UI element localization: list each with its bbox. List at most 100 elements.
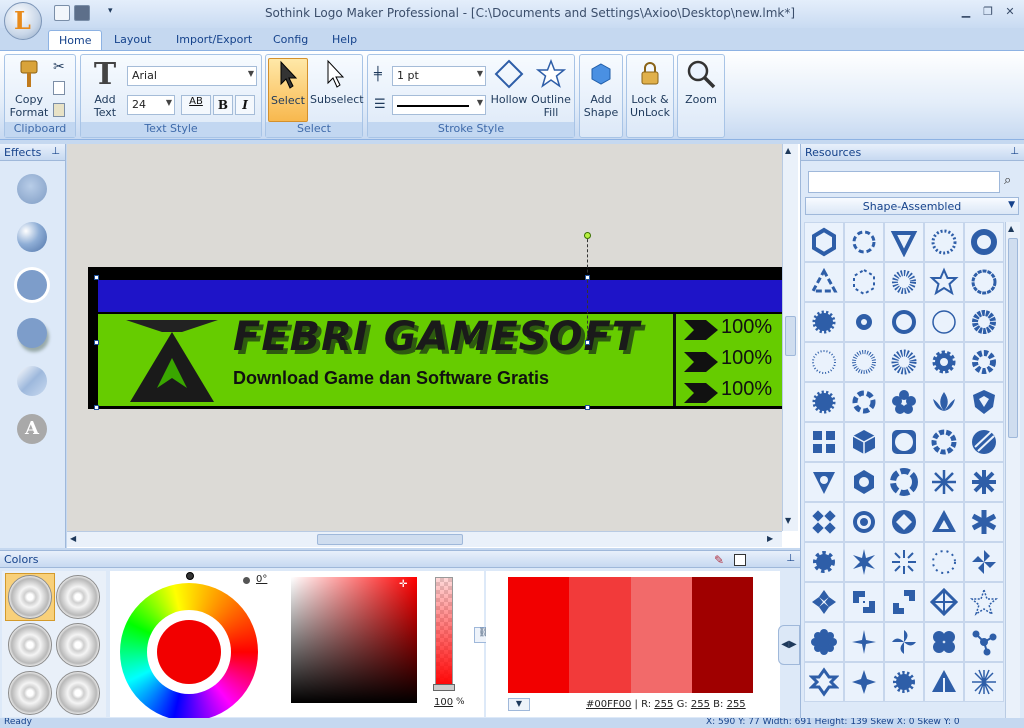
resources-scroll-thumb[interactable] [1008,238,1018,438]
shape-item[interactable] [924,582,964,622]
italic-button[interactable]: I [235,95,255,115]
lotus-icon[interactable] [924,382,964,422]
star-icon[interactable] [844,542,884,582]
pin-icon[interactable]: ⊥ [51,146,60,157]
search-icon[interactable]: ⌕ [1004,173,1011,188]
gear-icon[interactable] [924,342,964,382]
tab-layout[interactable]: Layout [104,30,161,50]
shape-item[interactable] [964,302,1004,342]
color-scheme-4[interactable] [56,623,100,667]
eyedropper-icon[interactable]: ✎ [714,553,724,567]
flower-icon[interactable] [804,622,844,662]
paste-icon[interactable] [53,103,65,117]
gear-icon[interactable] [804,542,844,582]
shape-item[interactable] [884,422,924,462]
shape-item[interactable] [924,422,964,462]
vertical-scrollbar[interactable]: ▲ ▼ [782,144,798,531]
select-button[interactable]: Select [268,58,308,122]
pin-icon[interactable]: ⊥ [1010,146,1019,157]
new-file-icon[interactable] [54,5,70,21]
b-value[interactable]: 255 [727,699,746,710]
shape-item[interactable] [884,582,924,622]
shield-icon[interactable] [964,382,1004,422]
shape-item[interactable] [884,622,924,662]
effect-flat[interactable] [17,174,47,204]
opacity-slider[interactable] [435,577,453,689]
shape-item[interactable] [884,262,924,302]
hex-value[interactable]: #00FF00 [586,699,631,710]
logo-icon[interactable]: L [4,2,42,40]
horizontal-scroll-thumb[interactable] [317,534,463,545]
close-icon[interactable]: ✕ [999,5,1021,21]
shape-item[interactable] [884,462,924,502]
shape-item[interactable] [964,262,1004,302]
effect-text[interactable]: A [17,414,47,444]
color-swatch-2[interactable] [569,577,631,693]
sv-crosshair-icon[interactable]: ✛ [399,579,407,590]
rotation-handle[interactable] [584,232,591,239]
color-scheme-5[interactable] [8,671,52,715]
gear-icon[interactable] [964,342,1004,382]
tab-home[interactable]: Home [48,30,103,50]
tab-config[interactable]: Config [263,30,318,50]
tab-help[interactable]: Help [322,30,367,50]
resize-handle-sw[interactable] [94,405,99,410]
saturation-value-square[interactable] [291,577,417,703]
color-scheme-3[interactable] [8,623,52,667]
lock-unlock-button[interactable]: Lock & UnLock [628,58,672,119]
tab-import-export[interactable]: Import/Export [166,30,262,50]
minimize-icon[interactable]: ▁ [955,5,977,21]
resize-handle-nw[interactable] [94,275,99,280]
shape-item[interactable] [884,342,924,382]
shape-item[interactable] [924,222,964,262]
sunburst-icon[interactable] [964,662,1004,702]
cloud-icon[interactable] [924,622,964,662]
star-icon[interactable] [924,262,964,302]
bold-button[interactable]: B [213,95,233,115]
shape-item[interactable] [924,662,964,702]
vertical-scroll-thumb[interactable] [785,316,796,356]
asterisk-icon[interactable] [924,462,964,502]
g-value[interactable]: 255 [691,699,710,710]
opacity-value[interactable]: 100 [434,697,453,708]
scroll-right-icon[interactable]: ▶ [767,534,773,543]
resource-search-input[interactable] [808,171,1000,193]
effect-gloss[interactable] [17,366,47,396]
pinwheel-icon[interactable] [964,542,1004,582]
resource-category-select[interactable]: Shape-Assembled ▼ [805,197,1019,215]
shape-item[interactable] [804,262,844,302]
asterisk-icon[interactable] [964,502,1004,542]
font-size-select[interactable]: 24 ▼ [127,95,175,115]
text-case-button[interactable]: AB [181,95,211,115]
shape-item[interactable] [844,262,884,302]
target-icon[interactable] [844,502,884,542]
resize-handle-w[interactable] [94,340,99,345]
shape-item[interactable] [804,462,844,502]
shape-item[interactable] [924,302,964,342]
copy-format-button[interactable]: Copy Format [9,58,49,119]
scroll-up-icon[interactable]: ▲ [785,146,791,155]
shape-item[interactable] [804,302,844,342]
shape-item[interactable] [804,222,844,262]
shape-item[interactable] [804,382,844,422]
asterisk-icon[interactable] [964,462,1004,502]
shape-item[interactable] [884,222,924,262]
restore-icon[interactable]: ❐ [977,5,999,21]
gear-icon[interactable] [884,662,924,702]
shape-item[interactable] [924,502,964,542]
sunburst-icon[interactable] [884,542,924,582]
color-scheme-1[interactable] [8,575,52,619]
no-color-swatch[interactable] [734,554,746,566]
effect-bevel[interactable] [17,222,47,252]
shape-item[interactable] [924,542,964,582]
shape-item[interactable] [884,302,924,342]
add-shape-button[interactable]: Add Shape [581,58,621,119]
resize-handle-s[interactable] [585,405,590,410]
shape-item[interactable] [804,582,844,622]
color-swatch-3[interactable] [630,577,692,693]
resources-scrollbar[interactable]: ▲ [1005,222,1020,722]
quick-access-dropdown-icon[interactable]: ▾ [108,6,113,16]
scroll-down-icon[interactable]: ▼ [785,516,791,525]
horizontal-scrollbar[interactable]: ◀ ▶ [67,531,782,547]
expand-panel-icon[interactable]: ◀▶ [778,625,800,665]
